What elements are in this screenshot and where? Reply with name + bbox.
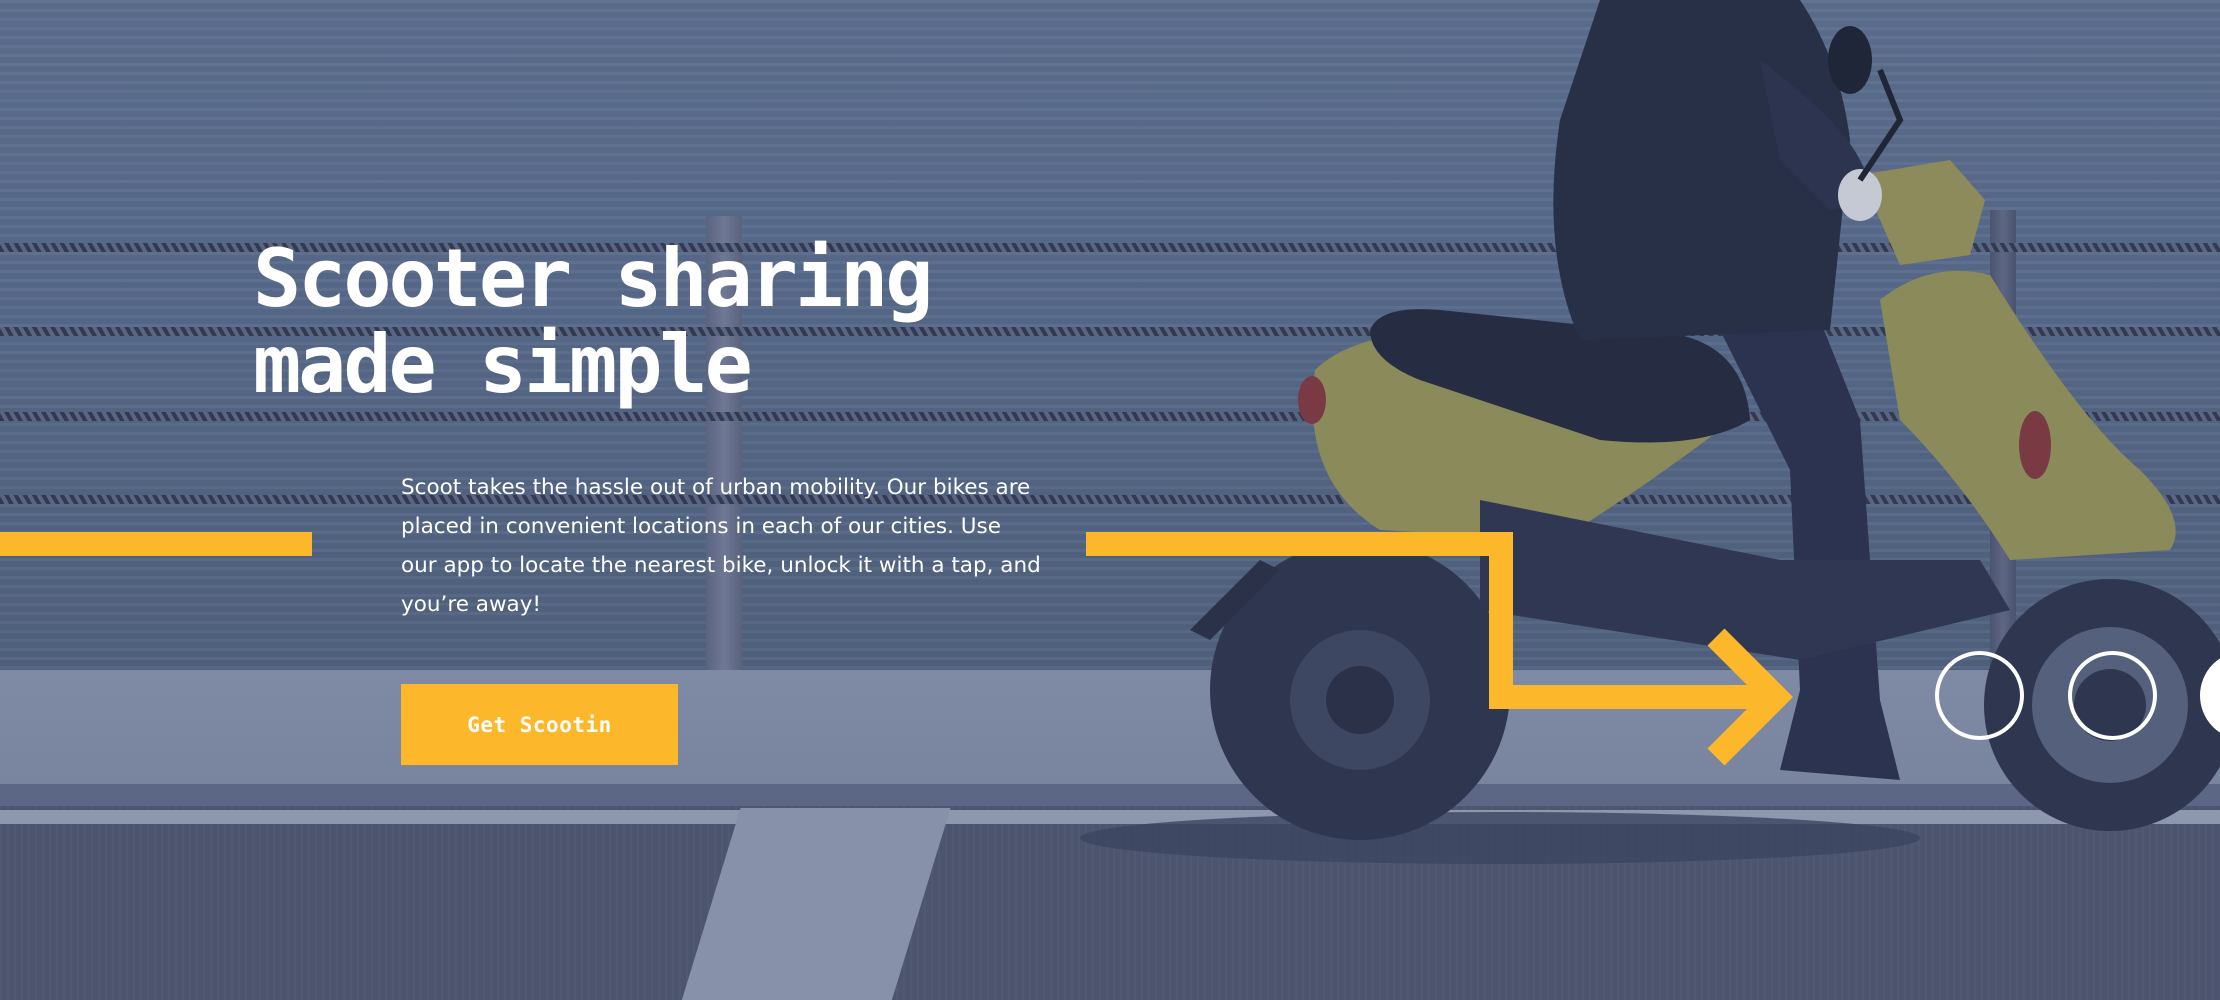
page-title: Scooter sharing made simple	[253, 236, 1053, 408]
hero-section: Scooter sharing made simple Scoot takes …	[0, 0, 2220, 1000]
title-line-2: made simple	[253, 318, 753, 411]
scooter-rider-illustration	[1080, 0, 2220, 864]
get-scootin-button[interactable]: Get Scootin	[401, 684, 678, 765]
circle-outline-icon	[1935, 651, 2024, 740]
decorative-line	[0, 532, 312, 556]
circle-outline-icon	[2068, 651, 2157, 740]
hero-description: Scoot takes the hassle out of urban mobi…	[401, 475, 1041, 617]
arrow-right-icon	[1086, 532, 1793, 766]
title-line-1: Scooter sharing	[253, 232, 933, 325]
